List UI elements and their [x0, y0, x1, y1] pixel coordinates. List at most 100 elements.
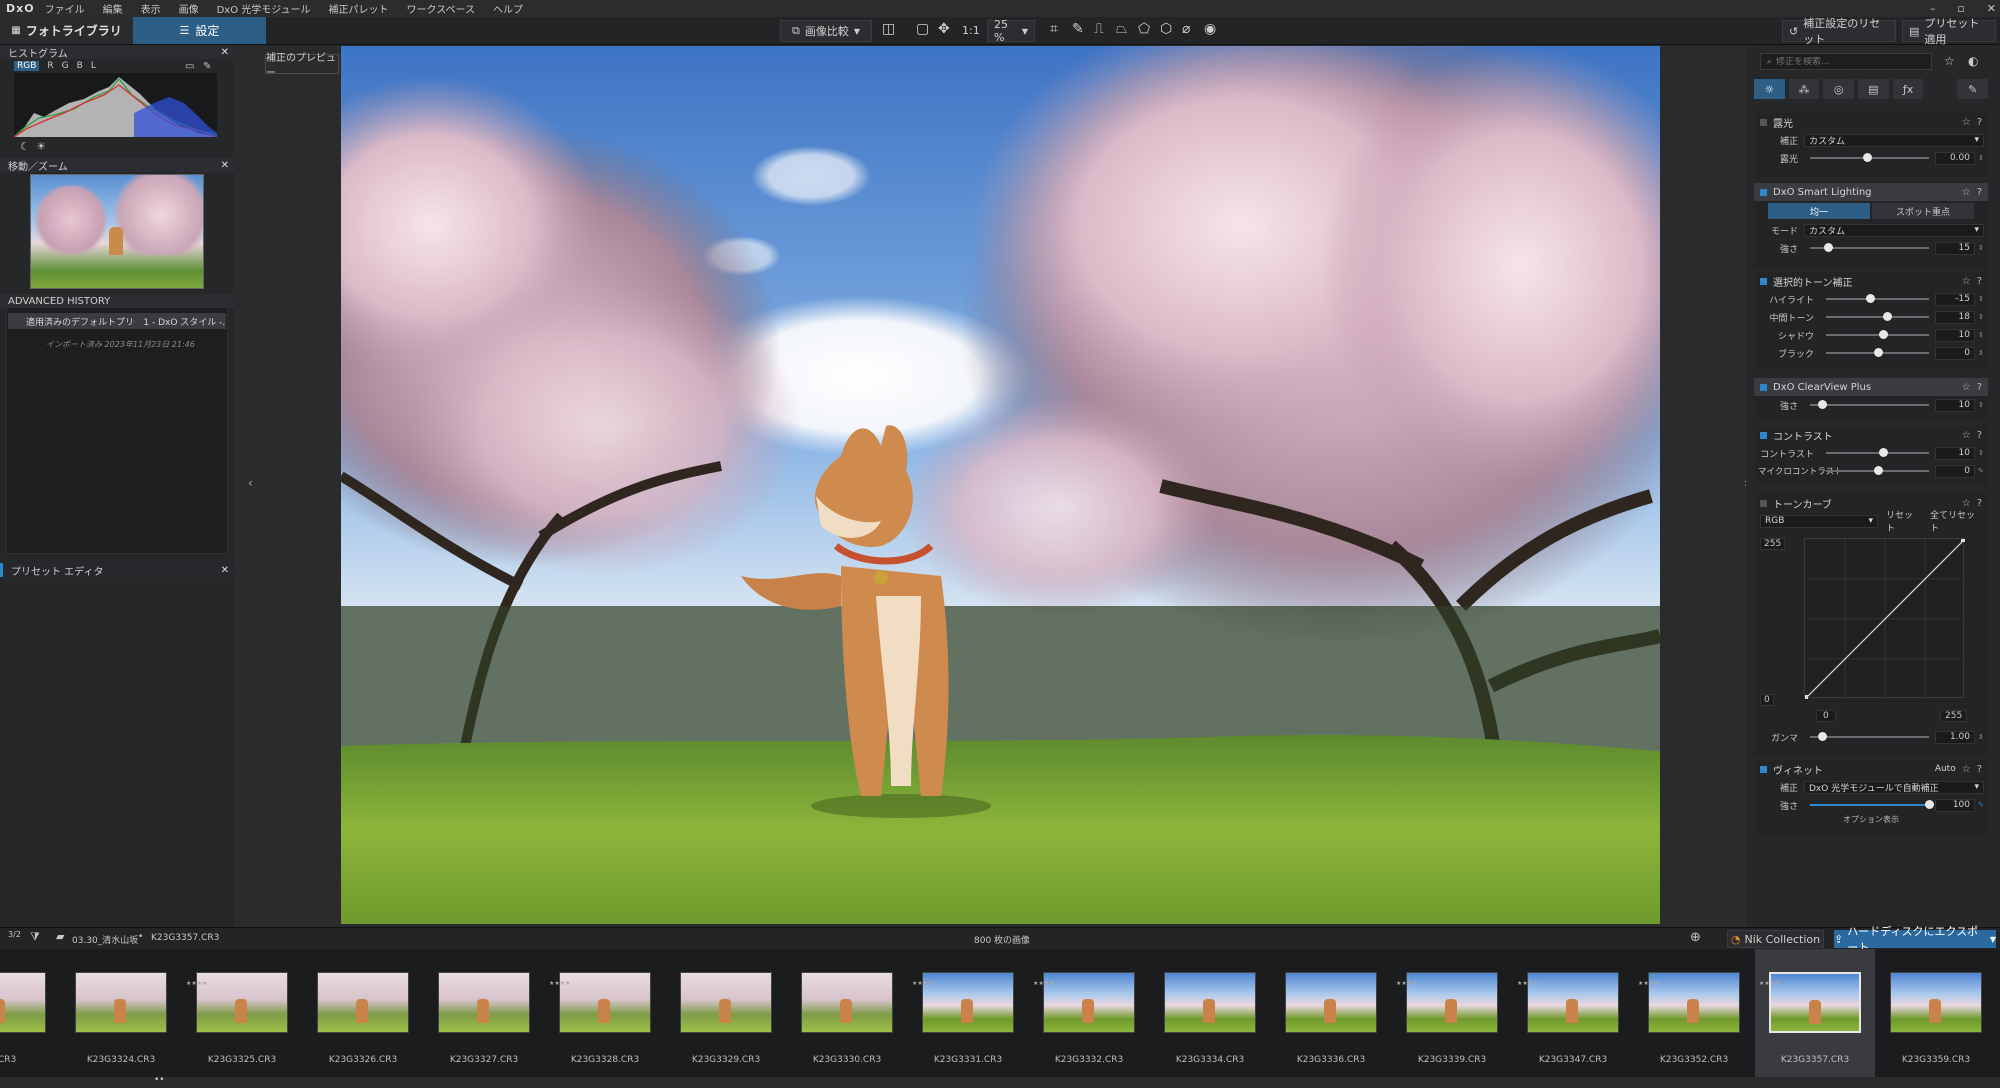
contrast-header[interactable]: コントラスト ☆ ?	[1754, 426, 1988, 444]
eye-icon[interactable]: ◉	[1204, 21, 1216, 37]
menu-view[interactable]: 表示	[141, 1, 161, 16]
smart-lighting-strength-slider[interactable]	[1810, 243, 1929, 252]
filmstrip-thumbnail[interactable]	[922, 972, 1014, 1033]
apply-preset-button[interactable]: ▤ プリセット適用	[1902, 17, 1996, 46]
filmstrip-thumbnail[interactable]	[1769, 972, 1861, 1033]
help-icon[interactable]: ?	[1977, 117, 1982, 128]
filmstrip-thumbnail[interactable]	[1890, 972, 1982, 1033]
filmstrip-thumbnail[interactable]	[1406, 972, 1498, 1033]
spinner-icon[interactable]: ⇕	[1978, 295, 1984, 303]
rating-stars[interactable]: ★★★★	[1033, 979, 1055, 988]
filmstrip-thumbnail[interactable]	[0, 972, 46, 1033]
vignetting-auto-label[interactable]: Auto	[1935, 764, 1956, 774]
shadows-value[interactable]: 10	[1935, 328, 1975, 342]
gamma-value[interactable]: 1.00	[1935, 730, 1975, 744]
channel-r[interactable]: R	[47, 61, 53, 71]
rating-stars[interactable]: ★★★★	[1396, 979, 1418, 988]
highlights-value[interactable]: -15	[1935, 292, 1975, 306]
perspective-icon[interactable]: ⏢	[1116, 21, 1127, 37]
nik-collection-button[interactable]: ◔ Nik Collection	[1727, 930, 1824, 948]
rating-stars[interactable]: ★★★★	[1517, 979, 1539, 988]
vignetting-strength-value[interactable]: 100	[1935, 798, 1975, 812]
main-photo[interactable]	[341, 46, 1660, 924]
tab-spot-weighted[interactable]: スポット重点	[1872, 203, 1974, 219]
horizon-icon[interactable]: ⎍	[1094, 21, 1104, 37]
zoom-1to1-button[interactable]: 1:1	[962, 24, 980, 37]
highlight-clipping-icon[interactable]: ☀	[36, 140, 46, 153]
shadows-slider[interactable]	[1826, 330, 1929, 339]
spinner-icon[interactable]: ⇕	[1978, 401, 1984, 409]
contrast-value[interactable]: 10	[1935, 446, 1975, 460]
compare-button[interactable]: ⧉ 画像比較 ▼	[780, 20, 872, 42]
close-icon[interactable]: ✕	[221, 47, 229, 58]
filmstrip-thumbnail[interactable]	[1043, 972, 1135, 1033]
spinner-icon[interactable]: ⇕	[1978, 244, 1984, 252]
contrast-slider[interactable]	[1826, 448, 1929, 457]
menu-edit[interactable]: 編集	[103, 1, 123, 16]
filmstrip-thumbnail[interactable]	[1285, 972, 1377, 1033]
exposure-slider[interactable]	[1810, 153, 1929, 162]
channel-g[interactable]: G	[62, 61, 69, 71]
exposure-value[interactable]: 0.00	[1935, 151, 1975, 165]
rating-stars[interactable]: ★★★★	[549, 979, 571, 988]
filter-icon[interactable]: ⧩	[30, 930, 40, 944]
star-icon[interactable]: ☆	[1962, 382, 1971, 393]
filmstrip-thumbnail[interactable]	[801, 972, 893, 1033]
collapse-left-panel-icon[interactable]: ‹	[248, 476, 253, 490]
channel-b[interactable]: B	[77, 61, 83, 71]
vignetting-strength-slider[interactable]	[1810, 800, 1934, 809]
contrast-toggle[interactable]	[1760, 431, 1767, 439]
filmstrip-thumbnail[interactable]	[317, 972, 409, 1033]
exposure-correction-select[interactable]: カスタム ▾	[1804, 133, 1984, 147]
tab-geometry-icon[interactable]: ▤	[1858, 79, 1889, 99]
tone-curve-input-max[interactable]: 255	[1760, 538, 1786, 550]
highlights-slider[interactable]	[1826, 294, 1929, 303]
navigator-thumbnail[interactable]	[30, 174, 204, 289]
clearview-toggle[interactable]	[1760, 383, 1767, 391]
fit-screen-icon[interactable]: ▢	[916, 21, 929, 37]
selective-tone-header[interactable]: 選択的トーン補正 ☆ ?	[1754, 272, 1988, 290]
menu-palettes[interactable]: 補正パレット	[329, 1, 389, 16]
menu-help[interactable]: ヘルプ	[493, 1, 523, 16]
favorites-star-icon[interactable]: ☆	[1944, 54, 1955, 68]
tab-uniform[interactable]: 均一	[1768, 203, 1870, 219]
spinner-icon[interactable]: ⇕	[1978, 449, 1984, 457]
rating-stars[interactable]: ★★★★	[912, 979, 934, 988]
zoom-level-select[interactable]: 25 % ▼	[987, 18, 1035, 44]
filmstrip-thumbnail[interactable]	[196, 972, 288, 1033]
close-button[interactable]: ✕	[1987, 2, 1996, 15]
minimize-button[interactable]: –	[1930, 2, 1936, 15]
menu-workspace[interactable]: ワークスペース	[407, 1, 476, 16]
tone-curve-output-max[interactable]: 255	[1940, 710, 1968, 722]
move-icon[interactable]: ✥	[938, 21, 950, 37]
channel-l[interactable]: L	[91, 61, 96, 71]
close-icon[interactable]: ✕	[221, 160, 229, 171]
filmstrip-thumbnail[interactable]	[75, 972, 167, 1033]
rating-stars[interactable]: ★★★★	[186, 979, 208, 988]
red-eye-icon[interactable]: ⌀	[1182, 21, 1190, 37]
tab-color-icon[interactable]: ⁂	[1788, 79, 1820, 99]
magic-wand-icon[interactable]: ✎	[1978, 467, 1984, 475]
midtones-slider[interactable]	[1826, 312, 1929, 321]
navigate-icon[interactable]: ⊕	[1690, 930, 1701, 945]
tone-curve-reset-all-button[interactable]: 全てリセット	[1926, 508, 1982, 534]
rating-stars[interactable]: ★★★★	[1638, 979, 1660, 988]
maximize-button[interactable]: ▫	[1957, 2, 1964, 15]
tab-custom-icon[interactable]: ✎	[1957, 79, 1989, 99]
eyedropper-icon[interactable]: ✎	[203, 61, 211, 72]
vignetting-header[interactable]: ヴィネット Auto ☆ ?	[1754, 760, 1988, 778]
clearview-header[interactable]: DxO ClearView Plus ☆ ?	[1754, 378, 1988, 396]
history-item[interactable]: 適用済みのデフォルトプリセ... 1 - DxO スタイル -...	[8, 313, 226, 329]
search-input[interactable]	[1776, 56, 1927, 67]
reset-corrections-button[interactable]: ↺ 補正設定のリセット	[1782, 17, 1896, 46]
blacks-slider[interactable]	[1826, 348, 1929, 357]
export-button[interactable]: ⇪ ハードディスクにエクスポート ▼	[1834, 925, 1996, 954]
magic-wand-icon[interactable]: ✎	[1978, 801, 1984, 809]
tone-curve-graph[interactable]	[1803, 537, 1966, 700]
sort-toggle[interactable]: 3/2	[8, 931, 21, 939]
help-icon[interactable]: ?	[1977, 430, 1982, 441]
midtones-value[interactable]: 18	[1935, 310, 1975, 324]
spinner-icon[interactable]: ⇕	[1978, 349, 1984, 357]
help-icon[interactable]: ?	[1977, 764, 1982, 775]
star-icon[interactable]: ☆	[1962, 276, 1971, 287]
